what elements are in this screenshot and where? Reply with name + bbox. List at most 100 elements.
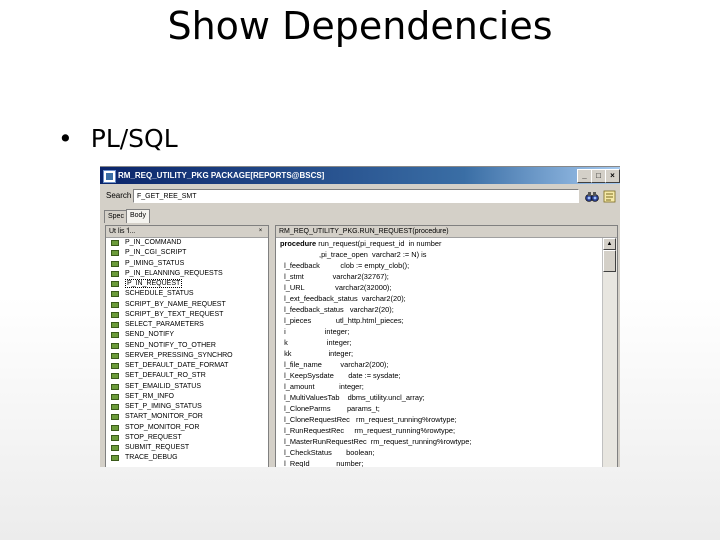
code-text: kk integer;	[280, 349, 354, 358]
list-item[interactable]: P_IN_COMMAND	[106, 238, 268, 248]
list-item[interactable]: STOP_MONITOR_FOR	[106, 423, 268, 433]
procedure-icon	[111, 373, 119, 380]
list-item[interactable]: SCHEDULE_STATUS	[106, 289, 268, 299]
pane-splitter[interactable]	[269, 225, 273, 467]
scroll-up-icon[interactable]: ▲	[603, 238, 616, 250]
list-item[interactable]: SET_RM_INFO	[106, 392, 268, 402]
code-line: l_stmt varchar2(32767);	[276, 271, 598, 282]
window-title: RM_REQ_UTILITY_PKG PACKAGE[REPORTS@BSCS]	[118, 171, 325, 180]
list-item-label: TRACE_DEBUG	[125, 454, 178, 462]
code-keyword: procedure	[280, 239, 317, 248]
list-item-label: SUBMIT_REQUEST	[125, 444, 190, 451]
list-pane-title: Ut lis 'l...	[109, 228, 136, 235]
close-pane-icon[interactable]: ×	[256, 227, 265, 235]
list-item-label: STOP_MONITOR_FOR	[125, 423, 200, 431]
bullet-text: PL/SQL	[90, 124, 178, 153]
maximize-button[interactable]: □	[591, 169, 606, 183]
code-line: l_MasterRunRequestRec rm_request_running…	[276, 436, 598, 447]
procedure-icon	[111, 281, 119, 287]
procedure-icon	[111, 414, 119, 421]
code-text: l_feedback clob := empty_clob();	[280, 261, 410, 270]
list-item[interactable]: SET_DEFAULT_RO_STR	[106, 371, 268, 381]
list-item-label: SEND_NOTIFY_TO_OTHER	[125, 341, 216, 349]
code-text: l_MasterRunRequestRec rm_request_running…	[280, 437, 472, 446]
tab-spec[interactable]: Spec	[104, 210, 128, 223]
code-line: procedure run_request(pi_request_id in n…	[276, 238, 598, 249]
list-item[interactable]: SCRIPT_BY_NAME_REQUEST	[106, 300, 268, 310]
bullet-item: • PL/SQL	[58, 124, 178, 153]
procedure-icon	[111, 445, 119, 451]
list-item[interactable]: SET_EMAILID_STATUS	[106, 382, 268, 392]
code-line: l_KeepSysdate date := sysdate;	[276, 370, 598, 381]
list-item-label: SET_RM_INFO	[125, 392, 175, 400]
code-text: l_feedback_status varchar2(20);	[280, 305, 394, 314]
list-item-label: SET_P_IMING_STATUS	[125, 403, 202, 410]
list-item[interactable]: SET_P_IMING_STATUS	[106, 402, 268, 412]
list-item[interactable]: SEND_NOTIFY_TO_OTHER	[106, 341, 268, 351]
procedure-icon	[111, 260, 119, 267]
slide-title: Show Dependencies	[167, 4, 553, 48]
search-input[interactable]	[133, 189, 579, 203]
code-line: kk integer;	[276, 348, 598, 359]
code-line: l_URL varchar2(32000);	[276, 282, 598, 293]
list-item-label: START_MONITOR_FOR	[125, 413, 203, 421]
code-text: ,pi_trace_open varchar2 := N) is	[280, 250, 427, 259]
list-item[interactable]: SCRIPT_BY_TEXT_REQUEST	[106, 310, 268, 320]
search-label: Search	[106, 191, 132, 200]
minimize-button[interactable]: _	[577, 169, 592, 183]
binoculars-icon[interactable]	[584, 189, 600, 204]
list-item-label: SCRIPT_BY_TEXT_REQUEST	[125, 310, 224, 318]
list-item-label: P_IMING_STATUS	[125, 259, 185, 267]
list-item-label: SEND_NOTIFY	[125, 331, 175, 339]
list-item[interactable]: P_IN_CGI_SCRIPT	[106, 248, 268, 258]
vertical-scrollbar[interactable]: ▲	[602, 238, 617, 467]
code-line: l_RunRequestRec rm_request_running%rowty…	[276, 425, 598, 436]
procedure-icon	[111, 311, 119, 318]
window-titlebar[interactable]: RM_REQ_UTILITY_PKG PACKAGE[REPORTS@BSCS]…	[100, 167, 620, 184]
list-item[interactable]: SET_DEFAULT_DATE_FORMAT	[106, 361, 268, 371]
list-item-label: SERVER_PRESSING_SYNCHRO	[125, 351, 233, 359]
list-item[interactable]: P_IN_ELANNING_REQUESTS	[106, 269, 268, 279]
code-editor[interactable]: procedure run_request(pi_request_id in n…	[276, 238, 598, 467]
code-text: i integer;	[280, 327, 350, 336]
code-line: l_file_name varchar2(200);	[276, 359, 598, 370]
code-line: i integer;	[276, 326, 598, 337]
procedure-icon	[111, 424, 119, 431]
scroll-thumb[interactable]	[603, 250, 616, 272]
procedure-icon	[111, 404, 119, 410]
list-item-label: SELECT_PARAMETERS	[125, 321, 204, 328]
procedure-icon	[111, 383, 119, 390]
list-item[interactable]: STOP_REQUEST	[106, 433, 268, 443]
list-item[interactable]: TRACE_DEBUG	[106, 453, 268, 463]
list-item[interactable]: SEND_NOTIFY	[106, 330, 268, 340]
procedure-icon	[111, 434, 119, 441]
procedure-icon	[111, 250, 119, 257]
package-icon	[103, 170, 116, 183]
procedure-icon	[111, 332, 119, 339]
list-item-label: P_IN_CGI_SCRIPT	[125, 249, 187, 257]
code-line: l_ext_feedback_status varchar2(20);	[276, 293, 598, 304]
list-item[interactable]: P_IN_REQUEST	[106, 279, 268, 289]
bullet-marker: •	[58, 124, 73, 153]
properties-icon[interactable]	[602, 189, 618, 204]
code-text: l_ext_feedback_status varchar2(20);	[280, 294, 406, 303]
code-text: l_URL varchar2(32000);	[280, 283, 392, 292]
code-text: l_pieces utl_http.html_pieces;	[280, 316, 404, 325]
tab-body[interactable]: Body	[126, 209, 150, 223]
procedure-icon	[111, 455, 119, 462]
code-text: l_amount integer;	[280, 382, 364, 391]
code-pane-title: RM_REQ_UTILITY_PKG.RUN_REQUEST(procedure…	[279, 228, 449, 235]
list-item[interactable]: SERVER_PRESSING_SYNCHRO	[106, 351, 268, 361]
list-item-label: P_IN_COMMAND	[125, 239, 182, 246]
code-line: l_ReqId number;	[276, 458, 598, 467]
code-text: run_request(pi_request_id in number	[316, 239, 442, 248]
tab-bar: Spec Body	[100, 209, 620, 223]
list-item[interactable]: P_IMING_STATUS	[106, 259, 268, 269]
list-item[interactable]: START_MONITOR_FOR	[106, 412, 268, 422]
close-button[interactable]: ×	[605, 169, 620, 183]
list-item[interactable]: SUBMIT_REQUEST	[106, 443, 268, 453]
code-line: l_feedback clob := empty_clob();	[276, 260, 598, 271]
code-text: l_CloneParms params_t;	[280, 404, 380, 413]
list-item[interactable]: SELECT_PARAMETERS	[106, 320, 268, 330]
code-line: l_pieces utl_http.html_pieces;	[276, 315, 598, 326]
